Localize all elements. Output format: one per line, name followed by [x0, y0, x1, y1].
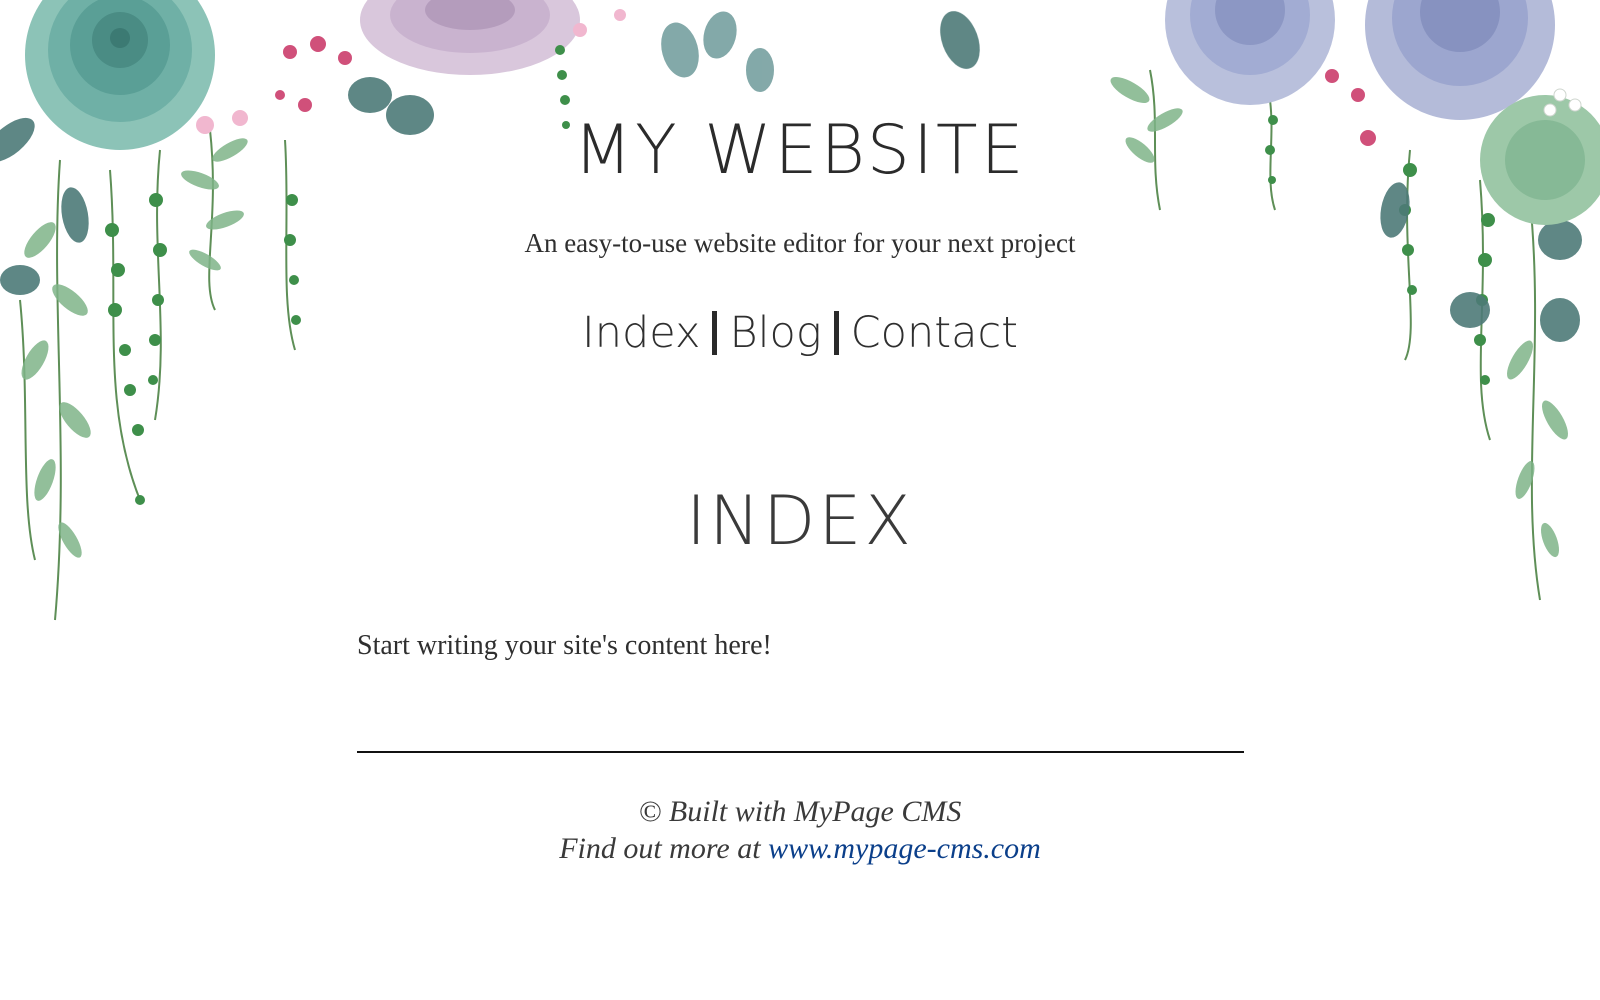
- footer-find-more-prefix: Find out more at: [559, 832, 769, 865]
- nav-link-blog[interactable]: Blog: [729, 308, 821, 358]
- footer: © Built with MyPage CMS Find out more at…: [0, 793, 1600, 867]
- page-heading: INDEX: [686, 482, 914, 561]
- nav-separator: [833, 311, 839, 355]
- footer-built-with: © Built with MyPage CMS: [638, 795, 962, 828]
- footer-find-more: Find out more at www.mypage-cms.com: [0, 830, 1600, 867]
- page-content: Start writing your site's content here!: [357, 630, 772, 661]
- footer-cms-link[interactable]: www.mypage-cms.com: [768, 832, 1041, 865]
- page: MY WEBSITE An easy-to-use website editor…: [0, 0, 1600, 1000]
- lavender-succulent-left: [360, 0, 580, 75]
- nav-link-contact[interactable]: Contact: [851, 308, 1018, 358]
- footer-divider: [357, 751, 1244, 753]
- main-nav: Index Blog Contact: [0, 308, 1600, 360]
- site-tagline: An easy-to-use website editor for your n…: [524, 228, 1076, 258]
- lavender-succulent-right: [1165, 0, 1555, 120]
- site-title: MY WEBSITE: [573, 111, 1027, 190]
- nav-link-index[interactable]: Index: [582, 308, 700, 358]
- nav-separator: [712, 311, 718, 355]
